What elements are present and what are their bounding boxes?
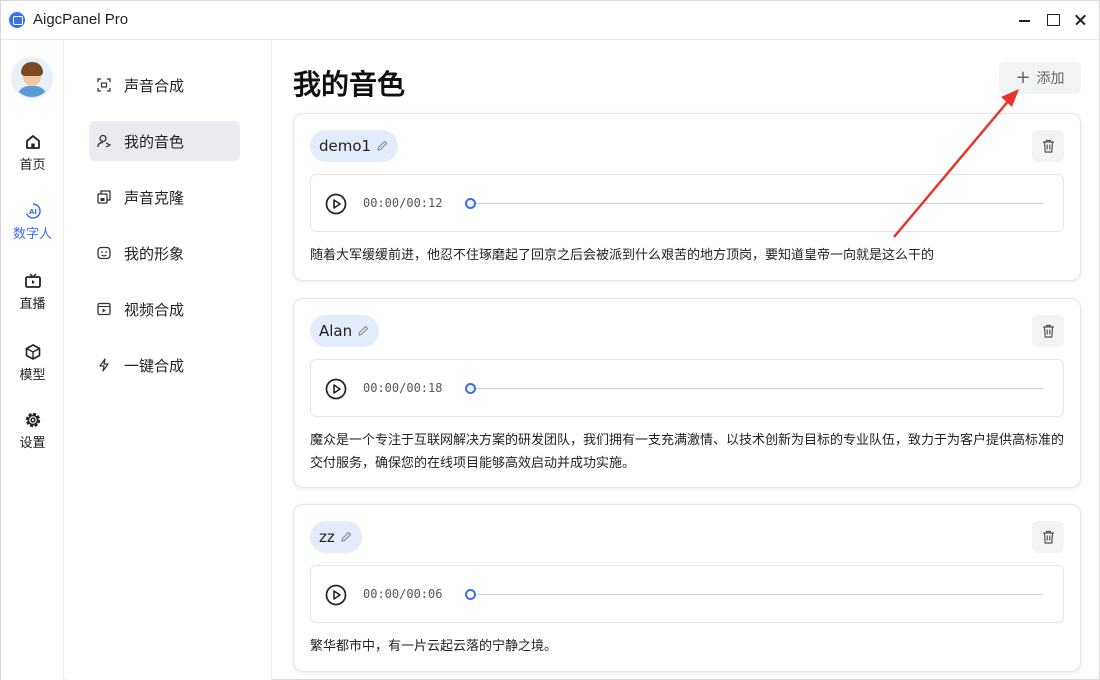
subnav-item-one-click[interactable]: 一键合成	[89, 345, 240, 385]
rail-item-model[interactable]: 模型	[1, 343, 64, 395]
subnav-item-my-avatar[interactable]: 我的形象	[89, 233, 240, 273]
page-title: 我的音色	[293, 68, 406, 101]
svg-text:AI: AI	[28, 208, 36, 216]
delete-voice-button[interactable]	[1032, 521, 1064, 553]
rail-item-digital-human[interactable]: AI 数字人	[1, 202, 64, 254]
rail-item-label: 直播	[19, 297, 46, 312]
trash-icon	[1042, 530, 1054, 544]
rail-item-settings[interactable]: 设置	[1, 411, 64, 463]
edit-pencil-icon[interactable]	[357, 325, 369, 337]
close-window-button[interactable]	[1069, 9, 1093, 31]
progress-knob[interactable]	[465, 198, 476, 209]
voice-card: Alan 00:00/00:18 魔众是一个专注于互联网解决方案的研发团队，我们…	[293, 298, 1081, 488]
app-window: AigcPanel Pro 首页 AI 数字人 直播 模型 设置 声音合成 我的…	[0, 0, 1100, 680]
voice-sample-text: 随着大军缓缓前进，他忍不住琢磨起了回京之后会被派到什么艰苦的地方顶岗，要知道皇帝…	[310, 248, 935, 263]
clone-icon	[97, 190, 111, 204]
progress-knob[interactable]	[465, 383, 476, 394]
subnav-item-label: 视频合成	[124, 300, 185, 319]
rail-item-label: 首页	[19, 158, 46, 173]
primary-nav-rail: 首页 AI 数字人 直播 模型 设置	[1, 40, 64, 680]
subnav-item-my-voices[interactable]: 我的音色	[89, 121, 240, 161]
home-icon	[25, 135, 40, 149]
voice-sample-text: 繁华都市中，有一片云起云落的宁静之境。	[310, 639, 558, 654]
subnav-item-label: 我的音色	[124, 132, 185, 151]
audio-player: 00:00/00:12	[310, 174, 1064, 232]
ai-icon: AI	[25, 203, 41, 219]
playback-time: 00:00/00:18	[363, 381, 443, 395]
rail-item-live[interactable]: 直播	[1, 272, 64, 324]
trash-icon	[1042, 139, 1054, 153]
rail-item-label: 模型	[19, 368, 46, 383]
bolt-icon	[99, 358, 109, 372]
rail-item-home[interactable]: 首页	[1, 133, 64, 185]
scan-icon	[97, 78, 111, 92]
progress-knob[interactable]	[465, 589, 476, 600]
voice-sample-text: 魔众是一个专注于互联网解决方案的研发团队，我们拥有一支充满激情、以技术创新为目标…	[310, 433, 1065, 471]
subnav-item-label: 我的形象	[124, 244, 185, 263]
play-icon[interactable]	[325, 584, 347, 606]
subnav-item-label: 声音克隆	[124, 188, 185, 207]
subnav-item-voice-clone[interactable]: 声音克隆	[89, 177, 240, 217]
cube-icon	[25, 344, 40, 360]
play-icon[interactable]	[325, 193, 347, 215]
app-title: AigcPanel Pro	[33, 11, 129, 28]
gear-icon	[25, 412, 40, 428]
playback-time: 00:00/00:12	[363, 196, 443, 210]
rail-item-label: 数字人	[12, 227, 52, 242]
add-voice-button[interactable]: + 添加	[999, 62, 1081, 94]
voice-card: zz 00:00/00:06 繁华都市中，有一片云起云落的宁静之境。	[293, 504, 1081, 672]
progress-track[interactable]	[471, 594, 1043, 595]
playback-time: 00:00/00:06	[363, 587, 443, 601]
subnav-item-label: 声音合成	[124, 76, 185, 95]
face-icon	[97, 246, 111, 260]
subnav-item-label: 一键合成	[124, 356, 185, 375]
avatar[interactable]	[12, 57, 52, 97]
voice-name: Alan	[319, 322, 353, 340]
delete-voice-button[interactable]	[1032, 130, 1064, 162]
add-voice-label: 添加	[1036, 71, 1065, 87]
voice-name-chip[interactable]: demo1	[310, 130, 399, 162]
minimize-button[interactable]	[1013, 9, 1037, 31]
edit-pencil-icon[interactable]	[340, 531, 352, 543]
voice-name-chip[interactable]: Alan	[310, 315, 380, 347]
subnav-item-video-synthesis[interactable]: 视频合成	[89, 289, 240, 329]
main-content: 我的音色 + 添加 demo1 00:00/00:12 随着大军缓缓前进，他忍不…	[273, 40, 1099, 680]
secondary-nav: 声音合成 我的音色 声音克隆 我的形象 视频合成 一键合成	[65, 40, 272, 680]
subnav-item-voice-synthesis[interactable]: 声音合成	[89, 65, 240, 105]
video-icon	[97, 302, 111, 316]
title-bar: AigcPanel Pro	[1, 1, 1099, 40]
audio-player: 00:00/00:06	[310, 565, 1064, 623]
trash-icon	[1042, 324, 1054, 338]
play-icon[interactable]	[325, 378, 347, 400]
progress-track[interactable]	[471, 203, 1043, 204]
voice-name: demo1	[319, 137, 372, 155]
user-voice-icon	[97, 134, 111, 148]
voice-card: demo1 00:00/00:12 随着大军缓缓前进，他忍不住琢磨起了回京之后会…	[293, 113, 1081, 281]
delete-voice-button[interactable]	[1032, 315, 1064, 347]
tv-icon	[24, 273, 41, 288]
app-logo-icon	[9, 12, 25, 28]
edit-pencil-icon[interactable]	[376, 140, 388, 152]
rail-item-label: 设置	[19, 436, 46, 451]
maximize-button[interactable]	[1041, 9, 1065, 31]
plus-icon: +	[1015, 67, 1031, 88]
voice-name-chip[interactable]: zz	[310, 521, 362, 553]
voice-name: zz	[319, 528, 335, 546]
audio-player: 00:00/00:18	[310, 359, 1064, 417]
progress-track[interactable]	[471, 388, 1043, 389]
